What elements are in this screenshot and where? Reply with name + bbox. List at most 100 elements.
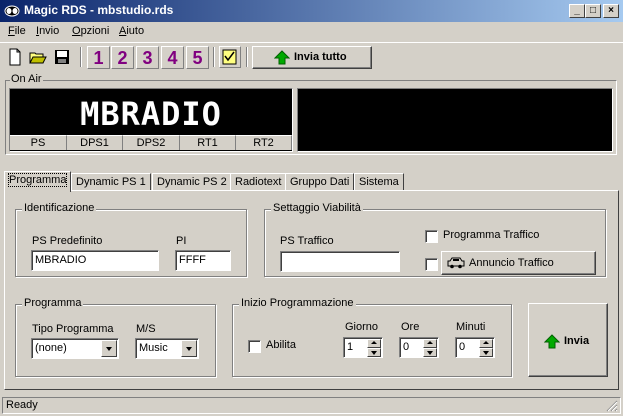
annuncio-traffico-checkbox[interactable] xyxy=(425,258,438,271)
pi-label: PI xyxy=(176,235,187,247)
arrow-up-icon xyxy=(427,341,433,344)
spin-up-button[interactable] xyxy=(367,339,381,348)
ms-value: Music xyxy=(139,342,168,354)
save-file-button[interactable] xyxy=(51,46,73,68)
new-file-button[interactable] xyxy=(4,46,26,68)
toolbar-separator xyxy=(80,47,82,67)
toolbar-separator xyxy=(246,47,248,67)
ore-spinner[interactable]: 0 xyxy=(399,337,439,358)
window-title: Magic RDS - mbstudio.rds xyxy=(24,3,174,17)
giorno-spinner[interactable]: 1 xyxy=(343,337,383,358)
arrow-up-icon xyxy=(483,341,489,344)
ms-label: M/S xyxy=(136,323,156,335)
programma-title: Programma xyxy=(22,297,84,309)
display-tab-dps1[interactable]: DPS1 xyxy=(67,135,123,150)
tab-programma[interactable]: Programma xyxy=(4,171,72,192)
display-tab-dps2[interactable]: DPS2 xyxy=(123,135,180,150)
preset-button-4[interactable]: 4 xyxy=(161,46,184,69)
checklist-icon xyxy=(222,49,237,65)
display-tab-ps[interactable]: PS xyxy=(10,135,67,150)
tab-gruppo-dati[interactable]: Gruppo Dati xyxy=(285,173,355,191)
arrow-down-icon xyxy=(371,351,377,355)
preset-button-1[interactable]: 1 xyxy=(87,46,110,69)
invia-button[interactable]: Invia xyxy=(528,303,608,377)
ps-predefinito-label: PS Predefinito xyxy=(32,235,103,247)
minuti-spinner[interactable]: 0 xyxy=(455,337,495,358)
dropdown-arrow[interactable] xyxy=(181,340,197,357)
tab-dynamic-ps-1[interactable]: Dynamic PS 1 xyxy=(71,173,151,191)
up-arrow-icon xyxy=(274,50,290,65)
spin-up-button[interactable] xyxy=(479,339,493,348)
tipo-programma-select[interactable]: (none) xyxy=(31,338,119,359)
annuncio-traffico-button[interactable]: Annuncio Traffico xyxy=(441,251,596,275)
maximize-button[interactable]: □ xyxy=(585,4,601,18)
arrow-down-icon xyxy=(427,351,433,355)
pi-input[interactable]: FFFF xyxy=(175,250,231,271)
ps-predefinito-input[interactable]: MBRADIO xyxy=(31,250,159,271)
ore-label: Ore xyxy=(401,321,420,333)
chevron-down-icon xyxy=(186,347,192,351)
ps-traffico-input[interactable] xyxy=(280,251,400,272)
tipo-programma-label: Tipo Programma xyxy=(32,323,114,335)
dropdown-arrow[interactable] xyxy=(101,340,117,357)
preset-button-2[interactable]: 2 xyxy=(111,46,134,69)
abilita-checkbox[interactable] xyxy=(248,340,261,353)
ps-display: MBRADIO PS DPS1 DPS2 RT1 RT2 xyxy=(9,88,293,152)
title-bar[interactable]: Magic RDS - mbstudio.rds _ □ × xyxy=(0,0,623,22)
arrow-down-icon xyxy=(483,351,489,355)
identificazione-group: Identificazione PS Predefinito MBRADIO P… xyxy=(15,202,247,277)
giorno-label: Giorno xyxy=(345,321,379,333)
tab-radiotext[interactable]: Radiotext xyxy=(230,173,287,191)
display-tab-rt2[interactable]: RT2 xyxy=(236,135,292,150)
menu-file[interactable]: File xyxy=(8,25,26,37)
preset-button-3[interactable]: 3 xyxy=(136,46,159,69)
menu-bar: File Invio Opzioni Aiuto xyxy=(0,22,623,41)
tipo-programma-value: (none) xyxy=(35,342,67,354)
toolbar: 1 2 3 4 5 Invia tutto xyxy=(0,42,623,70)
new-file-icon xyxy=(9,48,21,66)
annuncio-traffico-label: Annuncio Traffico xyxy=(469,257,554,269)
settaggio-viabilita-title: Settaggio Viabilità xyxy=(271,202,363,214)
spin-down-button[interactable] xyxy=(479,348,493,357)
ps-traffico-label: PS Traffico xyxy=(280,235,334,247)
radiotext-display xyxy=(297,88,613,152)
display-tabs: PS DPS1 DPS2 RT1 RT2 xyxy=(10,135,292,151)
abilita-label[interactable]: Abilita xyxy=(266,339,296,351)
menu-opzioni[interactable]: Opzioni xyxy=(72,25,109,37)
toolbar-separator xyxy=(213,47,215,67)
menu-aiuto[interactable]: Aiuto xyxy=(119,25,144,37)
checklist-button[interactable] xyxy=(219,46,241,68)
status-bar: Ready xyxy=(2,397,621,414)
spin-up-button[interactable] xyxy=(423,339,437,348)
close-button[interactable]: × xyxy=(603,4,619,18)
resize-grip-icon[interactable] xyxy=(606,400,618,412)
tab-dynamic-ps-2[interactable]: Dynamic PS 2 xyxy=(152,173,232,191)
spin-down-button[interactable] xyxy=(423,348,437,357)
send-all-label: Invia tutto xyxy=(294,51,347,63)
programma-traffico-checkbox[interactable] xyxy=(425,230,438,243)
ms-select[interactable]: Music xyxy=(135,338,199,359)
programma-traffico-label[interactable]: Programma Traffico xyxy=(443,229,539,241)
programma-group: Programma Tipo Programma (none) M/S Musi… xyxy=(15,297,216,377)
minimize-button[interactable]: _ xyxy=(569,4,585,18)
on-air-label: On Air xyxy=(10,73,43,85)
send-all-button[interactable]: Invia tutto xyxy=(252,46,372,69)
identificazione-title: Identificazione xyxy=(22,202,97,214)
ore-value: 0 xyxy=(403,341,410,353)
save-disk-icon xyxy=(55,50,69,64)
giorno-value: 1 xyxy=(347,341,354,353)
display-tab-rt1[interactable]: RT1 xyxy=(180,135,236,150)
chevron-down-icon xyxy=(106,347,112,351)
car-icon xyxy=(447,257,465,269)
menu-invio[interactable]: Invio xyxy=(36,25,59,37)
tab-sistema[interactable]: Sistema xyxy=(354,173,404,191)
minuti-value: 0 xyxy=(459,341,466,353)
preset-button-5[interactable]: 5 xyxy=(186,46,209,69)
spin-down-button[interactable] xyxy=(367,348,381,357)
open-file-button[interactable] xyxy=(27,46,49,68)
status-text: Ready xyxy=(6,399,38,411)
app-logo-icon xyxy=(4,5,20,17)
invia-label: Invia xyxy=(564,335,590,347)
arrow-up-icon xyxy=(371,341,377,344)
up-arrow-icon xyxy=(544,334,560,349)
